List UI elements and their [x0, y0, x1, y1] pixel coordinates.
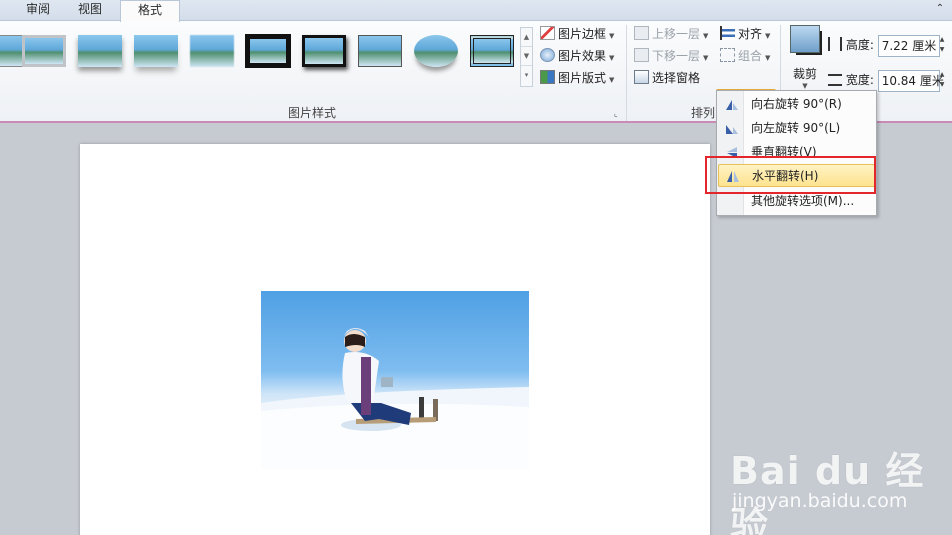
chevron-up-icon[interactable]: ⌃: [934, 3, 946, 15]
width-spinner[interactable]: ▲ ▼: [940, 70, 948, 92]
gallery-scrollbar[interactable]: ▲ ▼ ▾: [520, 27, 533, 87]
chevron-down-icon: ▼: [765, 54, 771, 62]
gallery-down-icon[interactable]: ▼: [521, 47, 532, 66]
selection-pane-button[interactable]: 选择窗格: [634, 68, 700, 88]
chevron-down-icon: ▼: [609, 54, 615, 62]
menu-item-flip-horizontal[interactable]: 水平翻转(H): [718, 164, 875, 187]
rotate-right-icon: [726, 100, 738, 110]
picture-border-button[interactable]: 图片边框 ▼: [540, 24, 614, 44]
chevron-down-icon: ▼: [703, 32, 709, 40]
watermark-url: jingyan.baidu.com: [732, 490, 908, 512]
baidu-jingyan-logo: Bai du 经验: [730, 449, 925, 535]
group-icon: [720, 48, 735, 62]
selected-picture[interactable]: [261, 291, 529, 469]
align-icon: [720, 26, 735, 40]
menu-item-more-rotation-options[interactable]: 其他旋转选项(M)...: [718, 190, 875, 213]
menu-item-rotate-right[interactable]: 向右旋转 90°(R): [718, 93, 875, 116]
group-button[interactable]: 组合 ▼: [720, 46, 770, 66]
tab-view[interactable]: 视图: [66, 0, 114, 21]
align-button[interactable]: 对齐 ▼: [720, 24, 770, 44]
bring-forward-icon: [634, 26, 649, 40]
picture-style-thumb[interactable]: [414, 35, 458, 67]
width-input[interactable]: 10.84 厘米: [877, 69, 944, 92]
rotate-left-icon: [726, 125, 738, 134]
tab-format[interactable]: 格式: [120, 0, 180, 22]
selection-pane-icon: [634, 70, 649, 84]
gallery-up-icon[interactable]: ▲: [521, 28, 532, 47]
crop-icon: [790, 25, 820, 53]
snow-girl-photo: [261, 328, 529, 469]
picture-style-thumb[interactable]: [302, 35, 346, 67]
picture-style-thumb[interactable]: [190, 35, 234, 67]
chevron-down-icon: ▼: [802, 82, 808, 90]
picture-style-thumb[interactable]: [245, 34, 291, 68]
chevron-down-icon: ▼: [765, 32, 771, 40]
effects-icon: [540, 48, 555, 62]
menu-item-rotate-left[interactable]: 向左旋转 90°(L): [718, 117, 875, 140]
height-icon: [828, 37, 842, 51]
width-label: 宽度:: [845, 73, 874, 87]
slide-canvas[interactable]: [80, 144, 710, 535]
flip-vertical-icon: [727, 147, 737, 158]
pencil-icon: [540, 26, 555, 40]
width-icon: [828, 74, 842, 86]
group-label-picture-styles: 图片样式: [287, 106, 336, 120]
height-input[interactable]: 7.22 厘米: [877, 34, 940, 57]
gallery-more-icon[interactable]: ▾: [521, 66, 532, 85]
picture-style-thumb[interactable]: [78, 35, 122, 67]
picture-style-thumb[interactable]: [470, 35, 514, 67]
picture-style-thumb[interactable]: [134, 35, 178, 67]
tab-review[interactable]: 审阅: [14, 0, 62, 21]
chevron-down-icon: ▼: [609, 76, 615, 84]
picture-effects-button[interactable]: 图片效果 ▼: [540, 46, 614, 66]
chevron-down-icon: ▼: [703, 54, 709, 62]
height-row: 高度: 7.22 厘米 ▲ ▼: [828, 33, 948, 57]
group-separator: [626, 25, 627, 121]
send-backward-button[interactable]: 下移一层 ▼: [634, 46, 708, 66]
picture-layout-button[interactable]: 图片版式 ▼: [540, 68, 614, 88]
bring-forward-button[interactable]: 上移一层 ▼: [634, 24, 708, 44]
layout-icon: [540, 70, 555, 84]
dialog-launcher-icon[interactable]: ⌞: [614, 109, 618, 118]
flip-horizontal-icon: [727, 171, 739, 182]
picture-style-thumb[interactable]: [22, 35, 66, 67]
rotate-menu: 向右旋转 90°(R) 向左旋转 90°(L) 垂直翻转(V) 水平翻转(H) …: [716, 90, 877, 216]
send-backward-icon: [634, 48, 649, 62]
menu-item-flip-vertical[interactable]: 垂直翻转(V): [718, 141, 875, 164]
ribbon-tabs: 审阅 视图 格式 ⌃: [0, 0, 952, 22]
width-row: 宽度: 10.84 厘米▲ ▼: [828, 68, 948, 92]
picture-style-thumb[interactable]: [358, 35, 402, 67]
chevron-down-icon: ▼: [609, 32, 615, 40]
height-spinner[interactable]: ▲ ▼: [940, 35, 948, 57]
height-label: 高度:: [845, 38, 874, 52]
